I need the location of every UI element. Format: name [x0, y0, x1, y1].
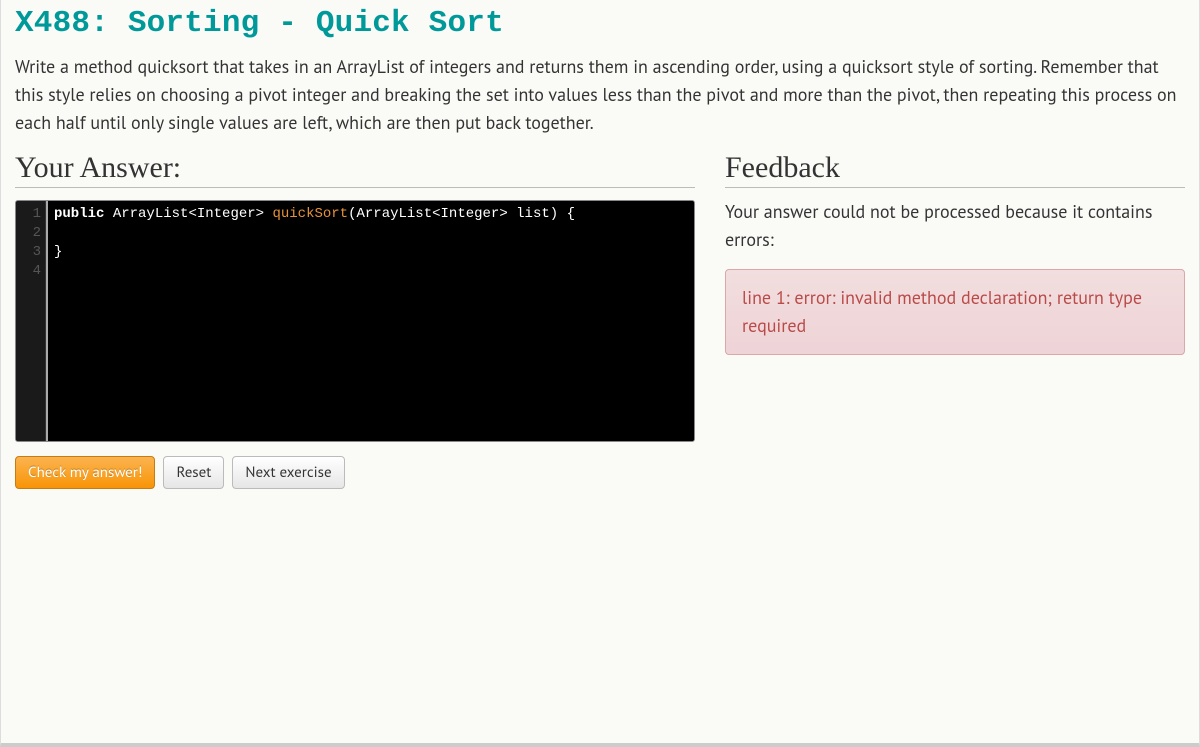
exercise-title-link[interactable]: X488: Sorting - Quick Sort: [15, 6, 504, 41]
line-number-gutter: 1 2 3 4: [16, 201, 46, 441]
error-message: line 1: error: invalid method declaratio…: [725, 269, 1185, 355]
feedback-heading: Feedback: [725, 151, 1185, 188]
line-number: 1: [20, 205, 41, 224]
line-number: 2: [20, 224, 41, 243]
next-exercise-button[interactable]: Next exercise: [232, 456, 344, 489]
exercise-description: Write a method quicksort that takes in a…: [15, 53, 1185, 137]
line-number: 3: [20, 243, 41, 262]
feedback-intro: Your answer could not be processed becau…: [725, 198, 1185, 254]
your-answer-heading: Your Answer:: [15, 151, 695, 188]
check-answer-button[interactable]: Check my answer!: [15, 456, 155, 489]
code-editor[interactable]: 1 2 3 4 public ArrayList<Integer> quickS…: [15, 200, 695, 442]
exercise-title: X488: Sorting - Quick Sort: [15, 0, 1185, 41]
line-number: 4: [20, 262, 41, 281]
code-area[interactable]: public ArrayList<Integer> quickSort(Arra…: [46, 201, 694, 441]
reset-button[interactable]: Reset: [163, 456, 224, 489]
